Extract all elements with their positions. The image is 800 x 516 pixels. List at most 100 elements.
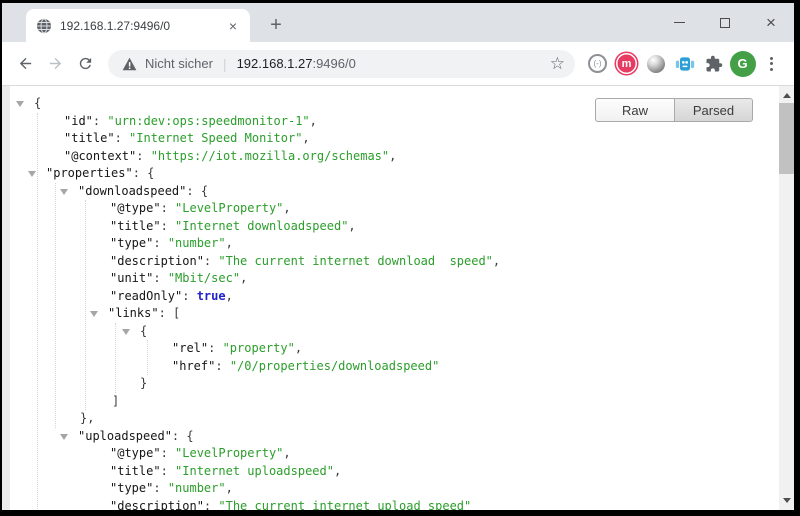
json-punctuation: ,	[310, 114, 317, 128]
json-punctuation: ,	[226, 289, 233, 303]
bookmark-star-icon[interactable]: ☆	[550, 55, 565, 72]
omnibox[interactable]: Nicht sicher | 192.168.1.27 :9496/0 ☆	[108, 50, 575, 78]
json-key: "properties"	[46, 166, 133, 180]
profile-avatar-button[interactable]: G	[728, 49, 757, 79]
json-punctuation: ,	[389, 149, 396, 163]
expand-collapse-triangle[interactable]	[90, 311, 98, 317]
reload-icon	[77, 55, 94, 72]
tab-close-icon[interactable]: ×	[224, 18, 242, 34]
json-punctuation: {	[140, 324, 147, 338]
json-punctuation: ]	[112, 394, 119, 408]
extension-robot-button[interactable]	[670, 49, 699, 79]
json-key: "id"	[64, 114, 93, 128]
json-line: "rel": "property",	[10, 340, 779, 358]
json-key: "description"	[110, 499, 204, 511]
vertical-scrollbar[interactable]	[779, 86, 794, 510]
json-string: "number"	[168, 481, 226, 495]
json-string: "Internet downloadspeed"	[175, 219, 348, 233]
minimize-button[interactable]	[656, 3, 702, 42]
json-punctuation: :	[204, 499, 218, 511]
json-punctuation: :	[161, 201, 175, 215]
raw-button[interactable]: Raw	[595, 98, 674, 122]
raw-parsed-toggle: Raw Parsed	[595, 98, 753, 122]
json-line: "properties": {	[10, 165, 779, 183]
extension-parens-button[interactable]: (-)	[583, 49, 612, 79]
json-string: "number"	[168, 236, 226, 250]
scroll-up-icon[interactable]	[783, 93, 791, 98]
json-key: "@type"	[110, 201, 161, 215]
json-punctuation: :	[93, 114, 107, 128]
json-punctuation: ,	[302, 131, 309, 145]
left-gutter	[2, 86, 10, 510]
maximize-icon	[720, 18, 730, 28]
json-line: "href": "/0/properties/downloadspeed"	[10, 358, 779, 376]
json-line: "@type": "LevelProperty",	[10, 200, 779, 218]
json-punctuation: ,	[283, 446, 290, 460]
json-line: "title": "Internet downloadspeed",	[10, 218, 779, 236]
json-key: "description"	[110, 254, 204, 268]
parens-circle-icon: (-)	[588, 54, 607, 73]
json-line: "title": "Internet Speed Monitor",	[10, 130, 779, 148]
chrome-menu-button[interactable]	[757, 49, 786, 79]
new-tab-button[interactable]: +	[262, 11, 290, 39]
screenshot-frame: 192.168.1.27:9496/0 × + ×	[0, 0, 800, 516]
pink-m-icon: m	[616, 53, 637, 74]
close-window-button[interactable]: ×	[748, 3, 794, 42]
url-separator: |	[223, 56, 227, 72]
json-string: "property"	[223, 341, 295, 355]
json-punctuation: ,	[240, 271, 247, 285]
minimize-icon	[674, 22, 685, 24]
json-key: "links"	[108, 306, 159, 320]
parsed-button[interactable]: Parsed	[674, 98, 753, 122]
forward-button[interactable]	[40, 49, 70, 79]
json-punctuation: :	[161, 446, 175, 460]
expand-collapse-triangle[interactable]	[60, 189, 68, 195]
json-line: "type": "number",	[10, 235, 779, 253]
json-line: ]	[10, 393, 779, 411]
tab-strip: 192.168.1.27:9496/0 × + ×	[2, 3, 794, 42]
scroll-down-icon[interactable]	[783, 498, 791, 503]
json-string: "The current internet upload speed"	[218, 499, 471, 511]
json-line: }	[10, 375, 779, 393]
forward-arrow-icon	[47, 55, 64, 72]
browser-tab[interactable]: 192.168.1.27:9496/0 ×	[26, 9, 250, 42]
json-punctuation: :	[153, 236, 167, 250]
not-secure-warning-icon	[122, 57, 137, 71]
json-string: "LevelProperty"	[175, 201, 283, 215]
json-line: "uploadspeed": {	[10, 428, 779, 446]
extension-sphere-button[interactable]	[641, 49, 670, 79]
url-path: :9496/0	[312, 56, 355, 71]
extensions-menu-button[interactable]	[699, 49, 728, 79]
json-punctuation: : {	[172, 429, 194, 443]
json-line: "unit": "Mbit/sec",	[10, 270, 779, 288]
extension-pink-m-button[interactable]: m	[612, 49, 641, 79]
json-line: "description": "The current internet upl…	[10, 498, 779, 511]
json-string: "LevelProperty"	[175, 446, 283, 460]
json-line: "title": "Internet uploadspeed",	[10, 463, 779, 481]
url-host: 192.168.1.27	[237, 56, 313, 71]
json-string: "/0/properties/downloadspeed"	[230, 359, 440, 373]
scrollbar-thumb[interactable]	[779, 103, 794, 174]
back-button[interactable]	[10, 49, 40, 79]
maximize-button[interactable]	[702, 3, 748, 42]
json-line: "@type": "LevelProperty",	[10, 445, 779, 463]
json-punctuation: :	[215, 359, 229, 373]
expand-collapse-triangle[interactable]	[28, 171, 36, 177]
json-tree: {"id": "urn:dev:ops:speedmonitor-1","tit…	[10, 86, 779, 510]
json-string: "https://iot.mozilla.org/schemas"	[151, 149, 389, 163]
sphere-icon	[647, 55, 665, 73]
json-punctuation: : {	[133, 166, 155, 180]
reload-button[interactable]	[70, 49, 100, 79]
expand-collapse-triangle[interactable]	[60, 434, 68, 440]
json-key: "title"	[110, 464, 161, 478]
json-punctuation: :	[161, 464, 175, 478]
security-label: Nicht sicher	[145, 56, 213, 71]
json-key: "title"	[110, 219, 161, 233]
expand-collapse-triangle[interactable]	[16, 101, 24, 107]
json-line: "readOnly": true,	[10, 288, 779, 306]
json-boolean: true	[197, 289, 226, 303]
json-line: {	[10, 323, 779, 341]
json-key: "uploadspeed"	[78, 429, 172, 443]
json-key: "readOnly"	[110, 289, 182, 303]
expand-collapse-triangle[interactable]	[122, 329, 130, 335]
